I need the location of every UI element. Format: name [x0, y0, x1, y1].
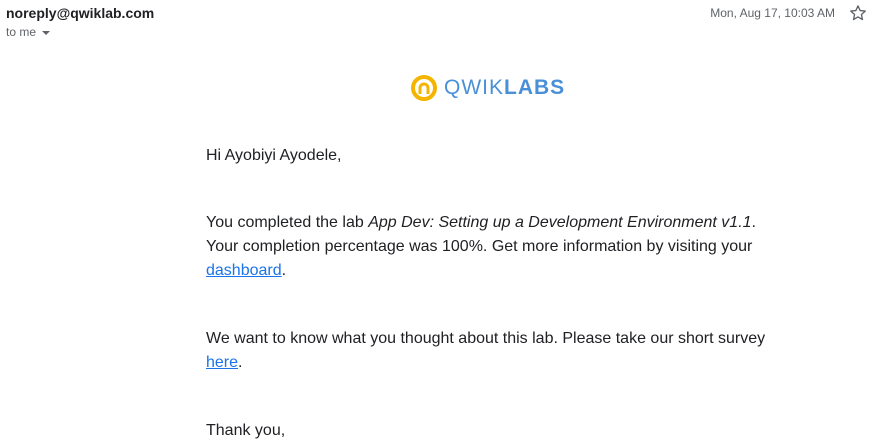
caret-down-icon — [42, 30, 51, 35]
para2-prefix: We want to know what you thought about t… — [206, 330, 766, 347]
email-timestamp: Mon, Aug 17, 10:03 AM — [710, 6, 835, 20]
star-button[interactable] — [848, 3, 868, 23]
email-view: noreply@qwiklab.com to me Mon, Aug 17, 1… — [0, 0, 874, 442]
dashboard-link[interactable]: dashboard — [206, 262, 282, 279]
logo-wordmark: QWIKLABS — [444, 75, 565, 101]
completion-paragraph: You completed the lab App Dev: Setting u… — [206, 211, 766, 283]
logo-text-labs: LABS — [504, 76, 566, 99]
para1-suffix: . — [281, 262, 287, 279]
para1-prefix: You completed the lab — [206, 214, 369, 231]
survey-link[interactable]: here — [206, 354, 238, 371]
survey-paragraph: We want to know what you thought about t… — [206, 327, 766, 375]
sender-email[interactable]: noreply@qwiklab.com — [6, 4, 154, 22]
greeting: Hi Ayobiyi Ayodele, — [206, 147, 342, 164]
recipient-dropdown[interactable]: to me — [6, 24, 51, 40]
qwiklabs-ring-icon — [411, 75, 437, 101]
recipient-label: to me — [6, 25, 37, 39]
closing: Thank you, — [206, 422, 286, 439]
star-outline-icon — [850, 5, 866, 21]
lab-name: App Dev: Setting up a Development Enviro… — [368, 214, 752, 231]
logo-text-qwik: QWIK — [444, 76, 504, 99]
para2-suffix: . — [238, 354, 243, 371]
qwiklabs-logo: QWIKLABS — [410, 73, 565, 103]
